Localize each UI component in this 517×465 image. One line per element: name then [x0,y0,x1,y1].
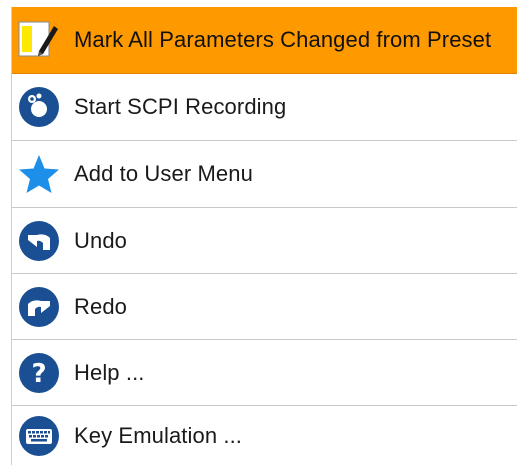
help-icon: ? [17,351,61,395]
star-icon [17,152,61,196]
menu-item-redo[interactable]: Redo [12,274,517,340]
menu-item-undo[interactable]: Undo [12,208,517,274]
menu-item-label: Start SCPI Recording [74,94,287,119]
menu-item-mark-all-parameters[interactable]: Mark All Parameters Changed from Preset [12,7,517,74]
svg-text:?: ? [31,359,46,389]
scpi-record-icon [17,85,61,129]
menu-item-label: Key Emulation ... [74,422,242,448]
menu-item-start-scpi-recording[interactable]: Start SCPI Recording [12,74,517,141]
redo-icon [17,285,61,329]
edit-pencil-icon [17,18,61,62]
menu-item-key-emulation[interactable]: Key Emulation ... [12,406,517,465]
menu-item-label: Add to User Menu [74,161,253,186]
menu-item-label: Undo [74,227,127,253]
menu-item-add-to-user-menu[interactable]: Add to User Menu [12,141,517,208]
menu-item-label: Redo [74,293,127,319]
context-menu: Mark All Parameters Changed from Preset … [11,7,517,465]
menu-item-label: Mark All Parameters Changed from Preset [74,27,492,52]
menu-item-help[interactable]: ? Help ... [12,340,517,406]
keyboard-icon [17,414,61,458]
menu-item-label: Help ... [74,359,145,385]
undo-icon [17,219,61,263]
